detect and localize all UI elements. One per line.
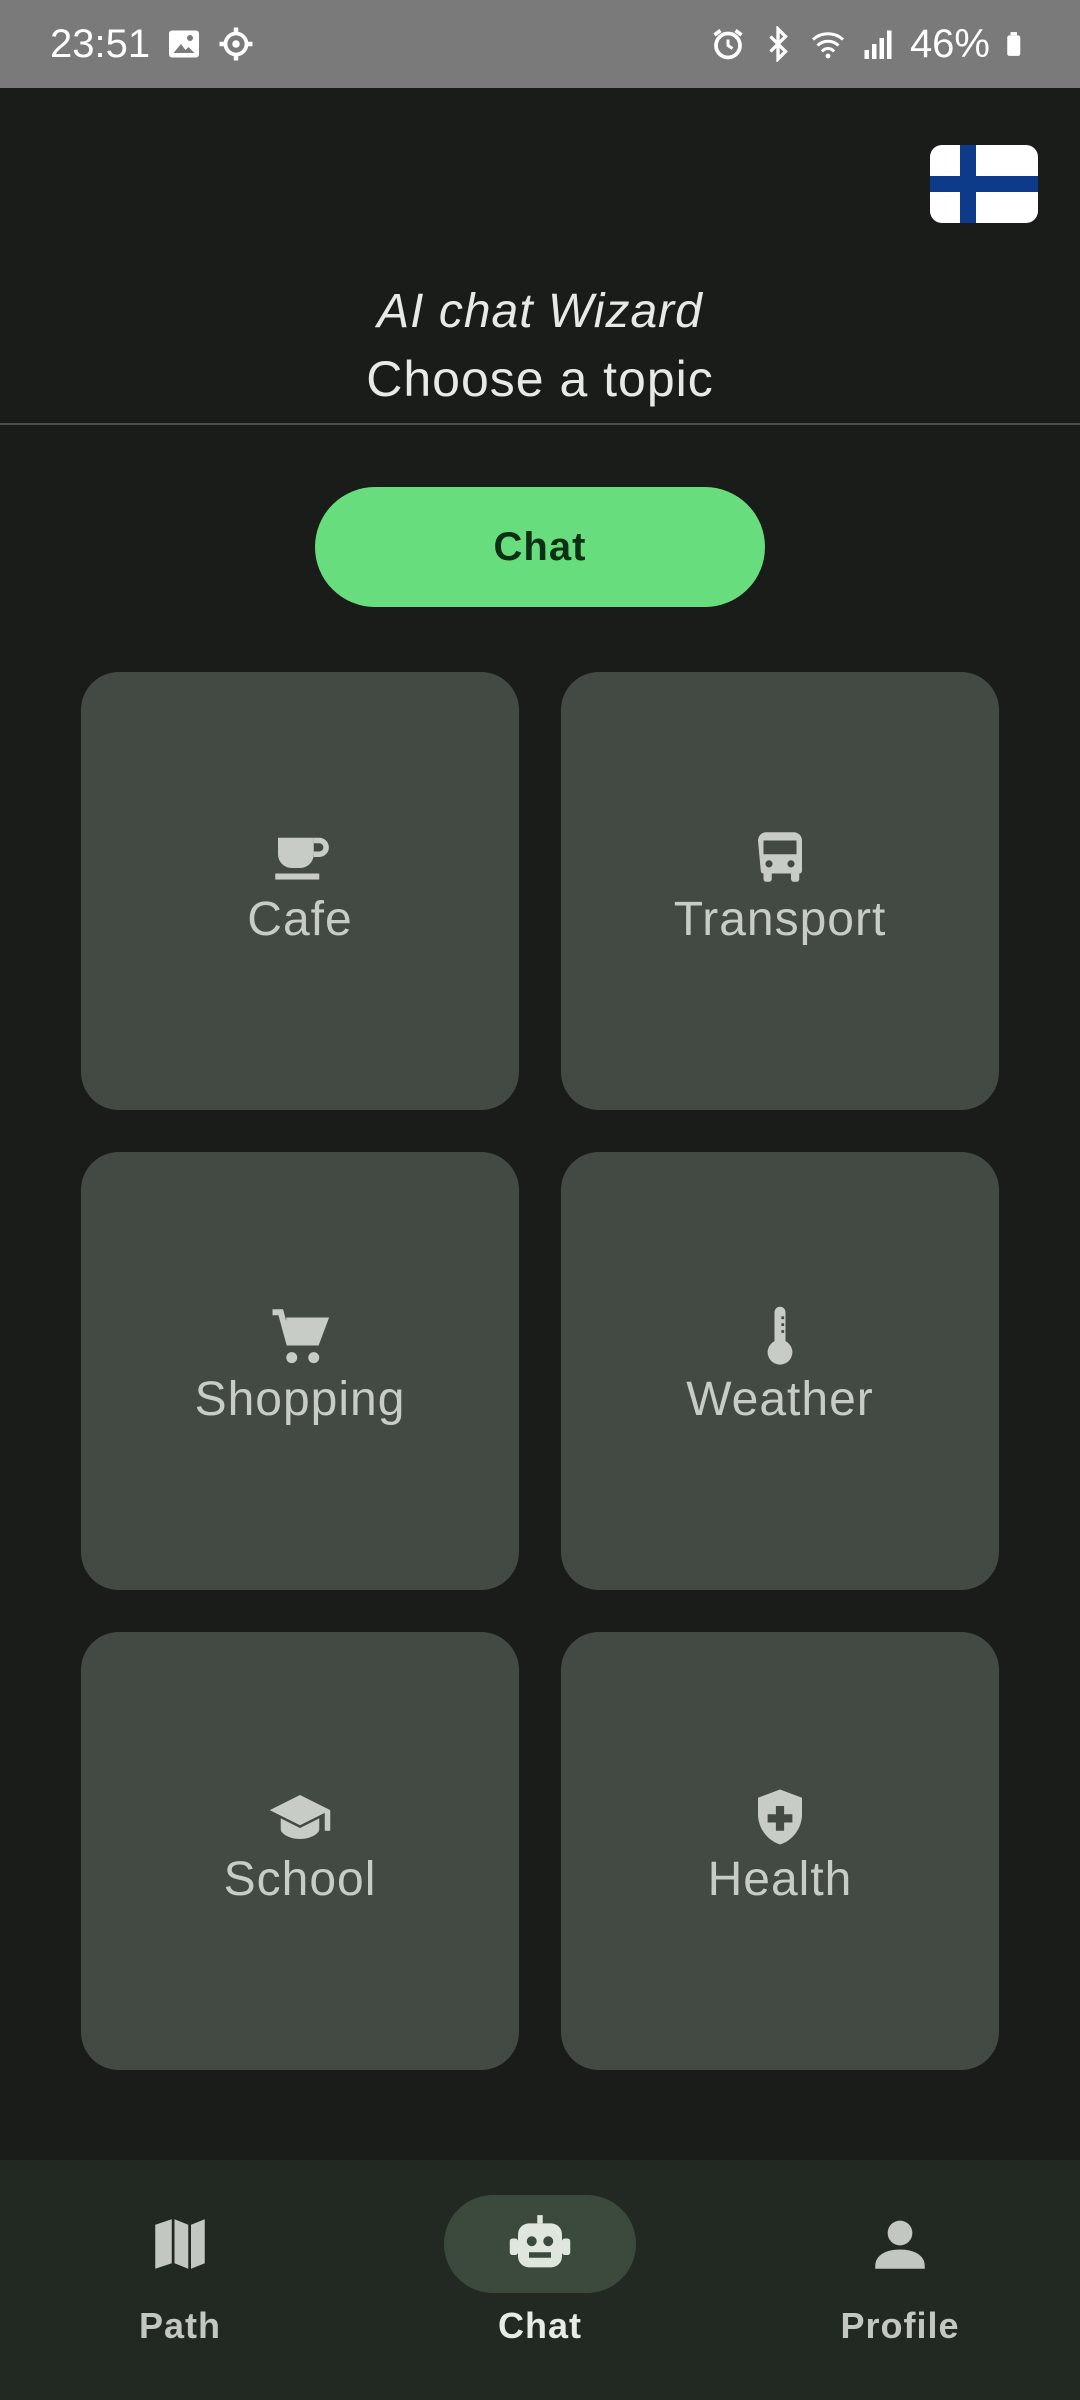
graduation-cap-icon bbox=[269, 1795, 331, 1839]
status-left: 23:51 bbox=[50, 22, 254, 67]
page-subtitle: Choose a topic bbox=[366, 351, 714, 407]
header: AI chat Wizard Choose a topic bbox=[0, 280, 1080, 414]
signal-icon bbox=[864, 30, 892, 59]
topic-tile-weather[interactable]: Weather bbox=[561, 1152, 999, 1590]
thermometer-icon bbox=[767, 1306, 793, 1365]
nav-indicator bbox=[804, 2195, 996, 2293]
nav-indicator bbox=[84, 2195, 276, 2293]
nav-item-chat[interactable]: Chat bbox=[360, 2160, 720, 2400]
nav-item-profile[interactable]: Profile bbox=[720, 2160, 1080, 2400]
status-time: 23:51 bbox=[50, 21, 151, 66]
bottom-navigation: Path Chat Profile bbox=[0, 2160, 1080, 2400]
topic-label: Weather bbox=[686, 1373, 874, 1426]
settings-gear-icon bbox=[219, 27, 253, 61]
bus-icon bbox=[758, 832, 802, 882]
topic-label: Transport bbox=[673, 893, 887, 946]
person-icon bbox=[875, 2220, 925, 2269]
nav-active-indicator bbox=[444, 2195, 636, 2293]
app-title: AI chat Wizard bbox=[377, 285, 703, 338]
header-divider bbox=[0, 423, 1080, 425]
status-right: 46% bbox=[710, 22, 1030, 67]
finland-flag-icon bbox=[930, 145, 1038, 223]
coffee-cup-icon bbox=[275, 837, 329, 880]
nav-label: Profile bbox=[840, 2305, 960, 2346]
status-bar: 23:51 46% bbox=[0, 0, 1080, 88]
health-shield-icon bbox=[758, 1789, 802, 1845]
wifi-icon bbox=[811, 32, 844, 59]
topic-tile-health[interactable]: Health bbox=[561, 1632, 999, 2070]
nav-label: Chat bbox=[498, 2305, 582, 2346]
topic-tile-school[interactable]: School bbox=[81, 1632, 519, 2070]
image-icon bbox=[169, 30, 200, 58]
map-icon bbox=[155, 2219, 205, 2269]
topic-tile-shopping[interactable]: Shopping bbox=[81, 1152, 519, 1590]
topic-tile-cafe[interactable]: Cafe bbox=[81, 672, 519, 1110]
alarm-icon bbox=[713, 29, 743, 60]
battery-percent: 46% bbox=[909, 21, 990, 66]
battery-icon bbox=[1007, 32, 1021, 56]
bluetooth-icon bbox=[769, 26, 788, 62]
topic-tile-transport[interactable]: Transport bbox=[561, 672, 999, 1110]
topic-label: Health bbox=[707, 1853, 853, 1906]
language-flag-button[interactable] bbox=[930, 145, 1038, 223]
nav-label: Path bbox=[138, 2305, 221, 2346]
robot-icon bbox=[509, 2215, 571, 2268]
topic-label: Shopping bbox=[194, 1373, 406, 1426]
chat-button[interactable]: Chat bbox=[315, 487, 765, 607]
topic-label: Cafe bbox=[247, 893, 353, 946]
chat-button-label: Chat bbox=[493, 524, 587, 569]
nav-item-path[interactable]: Path bbox=[0, 2160, 360, 2400]
topic-label: School bbox=[223, 1853, 377, 1906]
shopping-cart-icon bbox=[272, 1309, 330, 1364]
